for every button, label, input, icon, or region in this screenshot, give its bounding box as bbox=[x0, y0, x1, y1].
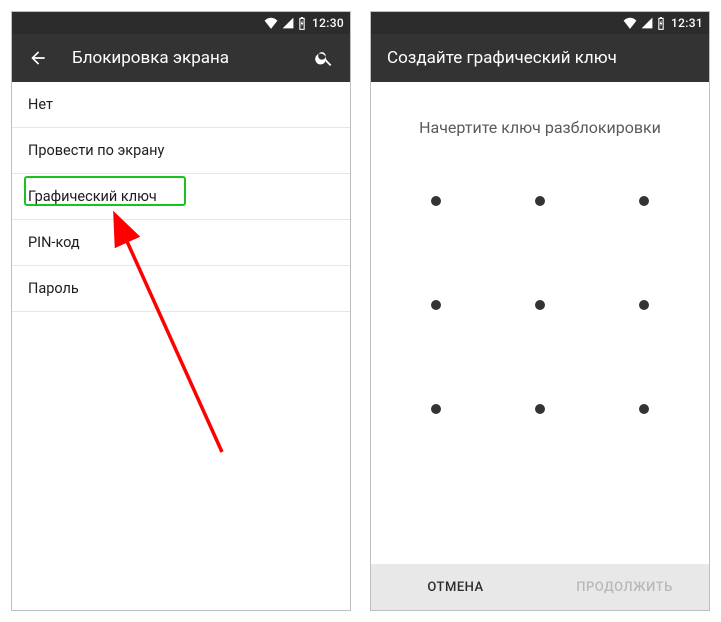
search-icon[interactable] bbox=[312, 46, 336, 70]
lock-options-list: Нет Провести по экрану Графический ключ … bbox=[12, 82, 350, 312]
battery-icon bbox=[657, 17, 665, 30]
status-bar: 12:31 bbox=[371, 12, 709, 34]
pattern-dot[interactable] bbox=[431, 196, 441, 206]
pattern-dot[interactable] bbox=[431, 300, 441, 310]
app-bar: Блокировка экрана bbox=[12, 34, 350, 82]
list-item-label: Пароль bbox=[28, 280, 79, 297]
wifi-icon bbox=[264, 17, 278, 29]
lock-option-pattern[interactable]: Графический ключ bbox=[12, 174, 350, 220]
list-item-label: PIN-код bbox=[28, 234, 80, 251]
list-item-label: Графический ключ bbox=[28, 188, 157, 205]
back-icon[interactable] bbox=[26, 46, 50, 70]
list-item-label: Нет bbox=[28, 96, 53, 113]
phone-right: 12:31 Создайте графический ключ Начертит… bbox=[370, 11, 710, 611]
pattern-grid[interactable] bbox=[410, 175, 670, 435]
button-label: ОТМЕНА bbox=[427, 580, 483, 595]
footer-bar: ОТМЕНА ПРОДОЛЖИТЬ bbox=[371, 564, 709, 610]
battery-icon bbox=[298, 17, 306, 30]
page-title: Блокировка экрана bbox=[72, 48, 290, 68]
button-label: ПРОДОЛЖИТЬ bbox=[576, 580, 673, 595]
continue-button[interactable]: ПРОДОЛЖИТЬ bbox=[540, 564, 709, 610]
page-title: Создайте графический ключ bbox=[387, 48, 695, 68]
wifi-icon bbox=[623, 17, 637, 29]
signal-icon bbox=[641, 17, 653, 29]
list-item-label: Провести по экрану bbox=[28, 142, 164, 159]
pattern-dot[interactable] bbox=[639, 196, 649, 206]
lock-option-password[interactable]: Пароль bbox=[12, 266, 350, 312]
signal-icon bbox=[282, 17, 294, 29]
cancel-button[interactable]: ОТМЕНА bbox=[371, 564, 540, 610]
pattern-instruction: Начертите ключ разблокировки bbox=[371, 82, 709, 157]
pattern-dot[interactable] bbox=[535, 404, 545, 414]
pattern-dot[interactable] bbox=[431, 404, 441, 414]
status-time: 12:30 bbox=[312, 16, 344, 30]
status-bar: 12:30 bbox=[12, 12, 350, 34]
pattern-dot[interactable] bbox=[535, 196, 545, 206]
lock-option-swipe[interactable]: Провести по экрану bbox=[12, 128, 350, 174]
status-time: 12:31 bbox=[671, 16, 703, 30]
pattern-dot[interactable] bbox=[639, 404, 649, 414]
app-bar: Создайте графический ключ bbox=[371, 34, 709, 82]
lock-option-none[interactable]: Нет bbox=[12, 82, 350, 128]
pattern-dot[interactable] bbox=[535, 300, 545, 310]
pattern-dot[interactable] bbox=[639, 300, 649, 310]
lock-option-pin[interactable]: PIN-код bbox=[12, 220, 350, 266]
phone-left: 12:30 Блокировка экрана Нет Провести по … bbox=[11, 11, 351, 611]
